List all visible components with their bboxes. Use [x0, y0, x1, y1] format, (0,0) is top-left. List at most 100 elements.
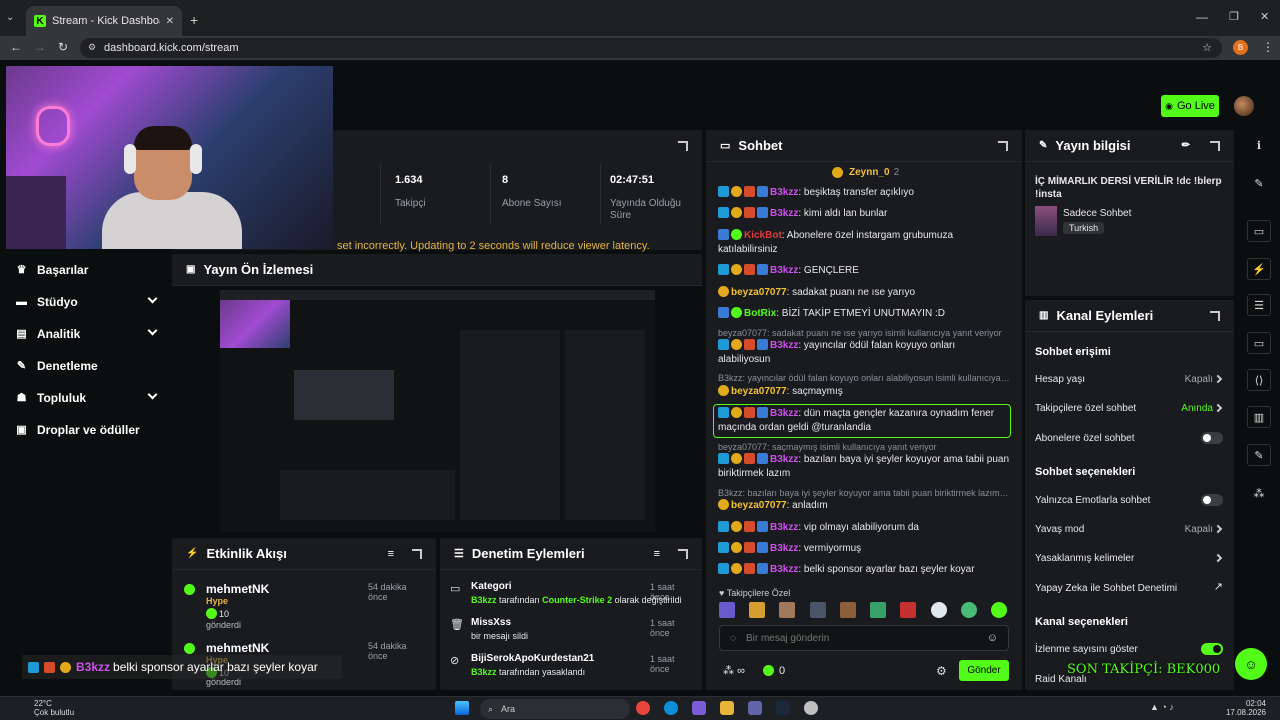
emoji-icon[interactable]: ☺ [987, 632, 998, 644]
weather-widget[interactable]: 22°C Çok bulutlu [34, 699, 74, 717]
go-live-button[interactable]: ◉ Go Live [1161, 95, 1219, 117]
chat-message[interactable]: B3kzz: kimi aldı lan bunlar [718, 207, 1010, 221]
stream-preview-video[interactable] [220, 290, 655, 532]
chat-message[interactable]: beyza07077: sadakat puanı ne ıse yarıyo [718, 286, 1010, 300]
chat-message[interactable]: BotRix: BİZİ TAKİP ETMEYİ UNUTMAYIN :D [718, 307, 1010, 321]
sidebar-item-moderation[interactable]: ✎ Denetleme [16, 356, 156, 376]
bookmark-star-icon[interactable]: ☆ [1202, 41, 1212, 54]
language-tag[interactable]: Turkish [1063, 222, 1105, 234]
points-display[interactable]: ⁂ ∞ [723, 664, 745, 677]
clock[interactable]: 02:04 17.08.2026 [1222, 699, 1266, 717]
emote-icon[interactable] [900, 602, 917, 618]
url-field[interactable]: ⚙ dashboard.kick.com/stream ☆ [80, 38, 1222, 58]
chrome-icon[interactable] [636, 701, 650, 715]
popout-icon[interactable] [678, 548, 688, 559]
edit-icon[interactable]: ✎ [1247, 172, 1271, 194]
steam-icon[interactable] [776, 701, 790, 715]
profile-avatar[interactable]: B [1233, 40, 1248, 55]
emote-only-setting[interactable]: Yalnızca Emotlarla sohbet [1035, 492, 1225, 508]
browser-tab[interactable]: K Stream - Kick Dashboard ✕ [26, 6, 182, 36]
bank-icon[interactable]: ▥ [1247, 406, 1271, 428]
popout-icon[interactable] [1210, 310, 1220, 321]
back-icon[interactable]: ← [10, 40, 22, 54]
emote-icon[interactable] [839, 602, 856, 618]
obs-icon[interactable] [804, 701, 818, 715]
toggle-switch[interactable] [1201, 432, 1223, 444]
chat-message[interactable]: B3kzz: dün maçta gençler kazanıra oynadı… [718, 407, 1010, 435]
send-button[interactable]: Gönder [959, 660, 1009, 681]
filter-icon[interactable]: ≡ [388, 548, 394, 560]
popout-icon[interactable] [678, 141, 688, 151]
site-info-icon[interactable]: ⚙ [88, 42, 96, 53]
chat-settings-icon[interactable]: ⚙ [936, 664, 947, 678]
explorer-icon[interactable] [720, 701, 734, 715]
chat-message[interactable]: beyza07077: anladım [718, 499, 1010, 513]
toggle-switch[interactable] [1201, 494, 1223, 506]
chat-message[interactable]: B3kzz: GENÇLERE [718, 264, 1010, 278]
sidebar-item-community[interactable]: ☗ Topluluk [16, 388, 158, 408]
user-avatar[interactable] [1234, 96, 1254, 116]
chat-message[interactable]: B3kzz: vip olmayı alabiliyorum da [718, 521, 1010, 535]
show-viewers-setting[interactable]: İzlenme sayısını göster [1035, 641, 1225, 657]
chat-message[interactable]: B3kzz: vermiyormuş [718, 542, 1010, 556]
copilot-icon[interactable] [692, 701, 706, 715]
browser-menu-icon[interactable]: ⋮ [1262, 40, 1274, 54]
followers-chat-setting[interactable]: Takipçilere özel sohbet Anında [1035, 400, 1225, 416]
chat-message[interactable]: B3kzz: yayıncılar ödül falan koyuyo onla… [718, 339, 1010, 367]
stats-panel-icon[interactable]: ▭ [1247, 220, 1271, 242]
minimize-button[interactable]: — [1196, 10, 1208, 24]
chat-message-field[interactable] [745, 632, 977, 644]
emote-icon[interactable] [930, 602, 947, 618]
new-tab-button[interactable]: + [190, 12, 198, 28]
popout-icon[interactable] [998, 140, 1008, 151]
emote-icon[interactable] [779, 602, 796, 618]
popout-icon[interactable] [1210, 140, 1220, 151]
start-button[interactable] [455, 701, 469, 715]
filter-icon[interactable]: ≡ [654, 548, 660, 560]
sidebar-item-analytics[interactable]: ▤ Analitik [16, 324, 158, 344]
sidebar-item-achievements[interactable]: ♛ Başarılar [16, 260, 156, 280]
sidebar-item-drops[interactable]: ▣ Droplar ve ödüller [16, 420, 176, 440]
emote-icon[interactable] [719, 602, 735, 618]
chat-message[interactable]: B3kzz: belki sponsor ayarlar bazı şeyler… [718, 563, 1010, 577]
chat-message[interactable]: B3kzz: beşiktaş transfer açıklıyo [718, 186, 1010, 200]
chat-message[interactable]: KickBot: Abonelere özel instargam grubum… [718, 229, 1010, 257]
pinned-user[interactable]: Zeynn_0 2 [832, 167, 899, 178]
emote-icon[interactable] [870, 602, 887, 618]
wrench-icon[interactable]: ✎ [1247, 444, 1271, 466]
community-icon[interactable]: ⁂ [1247, 482, 1271, 504]
emote-icon[interactable] [809, 602, 826, 618]
account-age-setting[interactable]: Hesap yaşı Kapalı [1035, 371, 1225, 387]
tab-list-button[interactable]: ⌄ [6, 12, 20, 26]
chat-input[interactable]: ◌ ☺ [719, 625, 1009, 651]
chat-message[interactable]: B3kzz: bazıları baya iyi şeyler koyuyor … [718, 453, 1010, 481]
sidebar-item-studio[interactable]: ▬ Stüdyo [16, 292, 158, 312]
edge-icon[interactable] [664, 701, 678, 715]
toggle-switch[interactable] [1201, 643, 1223, 655]
ai-moderation-setting[interactable]: Yapay Zeka ile Sohbet Denetimi ↗ [1035, 580, 1225, 596]
system-tray[interactable]: ▲ ◔ ♪ [1150, 702, 1174, 712]
lightning-icon[interactable]: ⚡ [1247, 258, 1271, 280]
emote-icon[interactable] [749, 602, 766, 618]
restore-button[interactable]: ❐ [1229, 10, 1239, 23]
teams-icon[interactable] [748, 701, 762, 715]
banned-words-setting[interactable]: Yasaklanmış kelimeler [1035, 550, 1225, 566]
popout-icon[interactable] [412, 548, 422, 559]
taskbar-search[interactable]: ⌕ Ara [480, 699, 630, 719]
emote-icon[interactable] [990, 602, 1007, 618]
edit-icon[interactable]: ✏ [1182, 140, 1190, 151]
close-window-button[interactable]: ✕ [1260, 10, 1269, 23]
chat-icon[interactable]: ▭ [1247, 332, 1271, 354]
list-icon[interactable]: ☰ [1247, 294, 1271, 316]
kick-points-display[interactable]: 0 [762, 664, 785, 677]
reload-icon[interactable]: ↻ [58, 40, 68, 54]
support-chat-button[interactable]: ☺ [1235, 648, 1267, 680]
slow-mode-setting[interactable]: Yavaş mod Kapalı [1035, 521, 1225, 537]
forward-icon[interactable]: → [34, 40, 46, 54]
chat-message[interactable]: beyza07077: saçmaymış [718, 385, 1010, 399]
emote-icon[interactable] [960, 602, 977, 618]
category-name[interactable]: Sadece Sohbet [1063, 208, 1131, 219]
code-icon[interactable]: ⟨⟩ [1247, 369, 1271, 391]
info-icon[interactable]: ℹ [1247, 134, 1271, 156]
subs-chat-setting[interactable]: Abonelere özel sohbet [1035, 430, 1225, 446]
